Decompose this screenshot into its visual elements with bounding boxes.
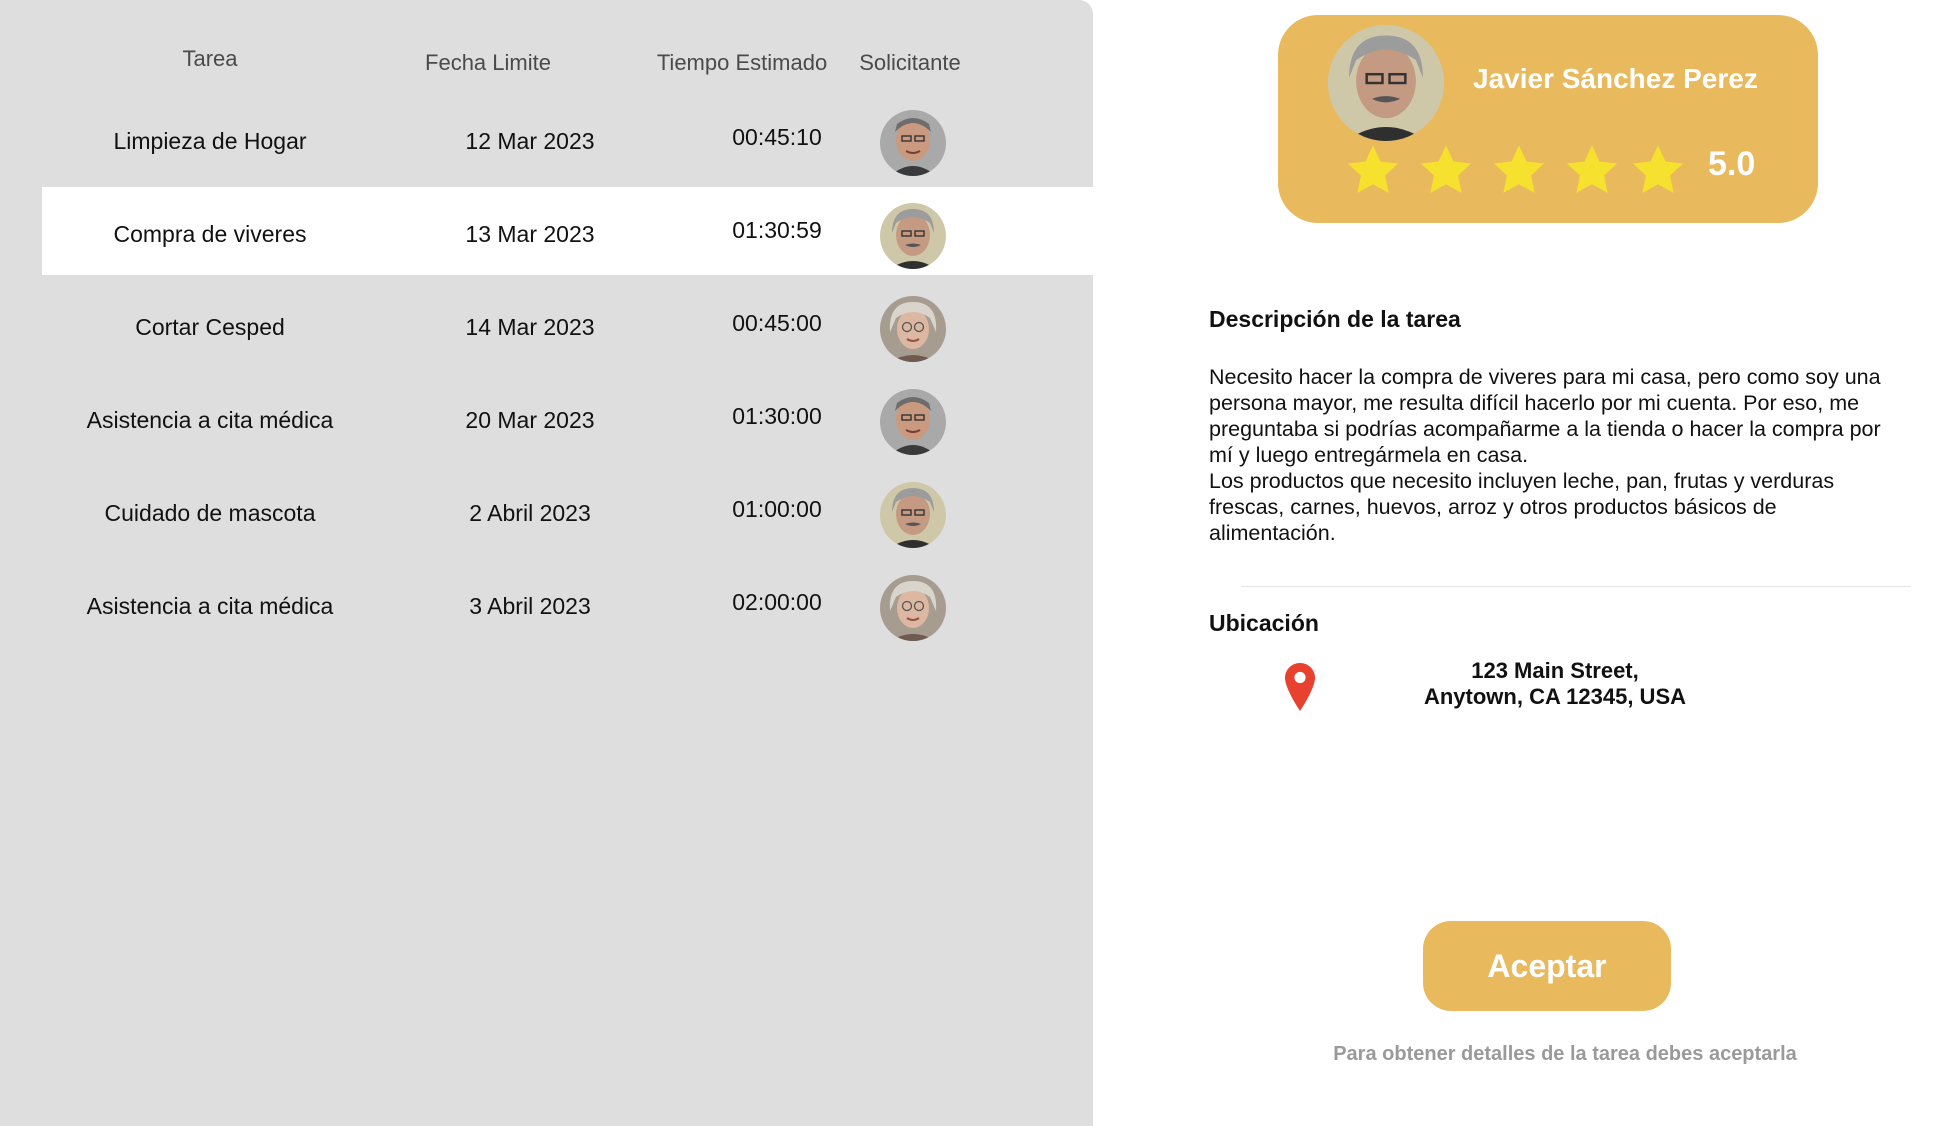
task-name: Compra de viveres — [113, 221, 307, 247]
task-deadline: 13 Mar 2023 — [465, 221, 595, 247]
star-icon — [1347, 145, 1399, 193]
description-paragraph: Los productos que necesito incluyen lech… — [1209, 469, 1835, 545]
task-name: Asistencia a cita médica — [86, 593, 334, 619]
task-estimated-time: 00:45:00 — [732, 310, 822, 336]
task-deadline: 3 Abril 2023 — [469, 593, 591, 619]
location-title: Ubicación — [1209, 610, 1319, 636]
accept-button[interactable]: Aceptar — [1423, 921, 1671, 1011]
requester-avatar — [880, 296, 946, 362]
requester-avatar — [880, 389, 946, 455]
table-row[interactable]: Compra de viveres 13 Mar 2023 01:30:59 — [42, 187, 1093, 275]
task-estimated-time: 00:45:10 — [732, 124, 822, 150]
task-name: Asistencia a cita médica — [86, 407, 334, 433]
task-deadline: 20 Mar 2023 — [465, 407, 595, 433]
table-row[interactable]: Cuidado de mascota 2 Abril 2023 01:00:00 — [42, 466, 1093, 554]
task-name: Limpieza de Hogar — [113, 128, 307, 154]
task-deadline: 12 Mar 2023 — [465, 128, 595, 154]
requester-avatar — [880, 203, 946, 269]
task-deadline: 14 Mar 2023 — [465, 314, 595, 340]
task-name: Cortar Cesped — [135, 314, 285, 340]
table-row[interactable]: Asistencia a cita médica 3 Abril 2023 02… — [42, 559, 1093, 647]
task-estimated-time: 02:00:00 — [732, 589, 822, 615]
star-icon — [1420, 145, 1472, 193]
table-row[interactable]: Cortar Cesped 14 Mar 2023 00:45:00 — [42, 280, 1093, 368]
map-pin-icon — [1285, 663, 1315, 711]
task-description: Necesito hacer la compra de viveres para… — [1209, 364, 1909, 546]
requester-photo — [1328, 25, 1444, 141]
header-estimated-time: Tiempo Estimado — [656, 50, 828, 75]
star-icon — [1493, 145, 1545, 193]
task-name: Cuidado de mascota — [104, 500, 316, 526]
rating-value: 5.0 — [1708, 145, 1756, 183]
requester-avatar — [880, 110, 946, 176]
requester-avatar — [880, 575, 946, 641]
description-title: Descripción de la tarea — [1209, 306, 1461, 332]
requester-profile-card: Javier Sánchez Perez 5.0 — [1278, 15, 1818, 223]
address: 123 Main Street, Anytown, CA 12345, USA — [1380, 658, 1730, 710]
header-task: Tarea — [182, 46, 238, 71]
description-paragraph: Necesito hacer la compra de viveres para… — [1209, 365, 1881, 467]
task-estimated-time: 01:00:00 — [732, 496, 822, 522]
star-icon — [1632, 145, 1684, 193]
table-row[interactable]: Asistencia a cita médica 20 Mar 2023 01:… — [42, 373, 1093, 461]
task-deadline: 2 Abril 2023 — [469, 500, 591, 526]
task-estimated-time: 01:30:00 — [732, 403, 822, 429]
accept-hint: Para obtener detalles de la tarea debes … — [1333, 1043, 1797, 1065]
task-estimated-time: 01:30:59 — [732, 217, 822, 243]
header-deadline: Fecha Limite — [425, 50, 551, 75]
header-requester: Solicitante — [859, 50, 961, 75]
star-icon — [1566, 145, 1618, 193]
divider — [1241, 586, 1911, 587]
task-list-panel: Tarea Fecha Limite Tiempo Estimado Solic… — [0, 0, 1093, 1126]
requester-name: Javier Sánchez Perez — [1473, 63, 1758, 94]
address-line-2: Anytown, CA 12345, USA — [1423, 684, 1687, 709]
table-row[interactable]: Limpieza de Hogar 12 Mar 2023 00:45:10 — [42, 94, 1093, 182]
address-line-1: 123 Main Street, — [1471, 658, 1639, 683]
requester-avatar — [880, 482, 946, 548]
